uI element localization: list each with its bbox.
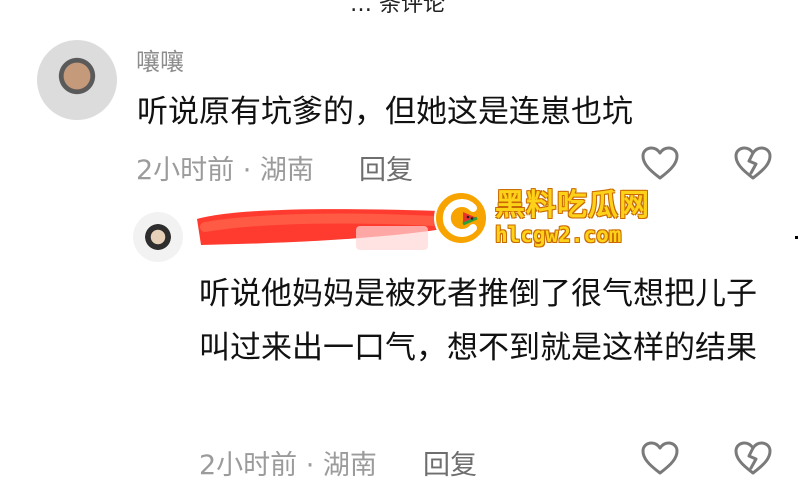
watermark-title: 黑料吃瓜网 (495, 188, 650, 223)
heart-outline-icon[interactable] (640, 145, 680, 181)
watermark-url: hlcgw2.com (495, 223, 622, 247)
broken-heart-icon[interactable] (733, 145, 773, 181)
edge-dot (795, 236, 798, 239)
comment-meta: 2小时前 · 湖南 (199, 450, 377, 481)
avatar[interactable] (133, 212, 183, 262)
comment-meta: 2小时前 · 湖南 (136, 155, 314, 186)
comment-count-header: … 条评论 (350, 0, 445, 17)
author-badge (356, 226, 428, 250)
heart-outline-icon[interactable] (640, 440, 680, 476)
watermark: 黑料吃瓜网 hlcgw2.com (433, 188, 649, 250)
comment-text: 听说他妈妈是被死者推倒了很气想把儿子叫过来出一口气，想不到就是这样的结果 (199, 276, 757, 366)
comment-text: 听说原有坑爹的，但她这是连崽也坑 (137, 94, 633, 130)
reply-button[interactable]: 回复 (359, 148, 413, 187)
reply-button[interactable]: 回复 (423, 443, 477, 482)
comment-username[interactable]: 嚷嚷 (136, 42, 184, 77)
watermelon-logo-icon (434, 191, 488, 245)
avatar[interactable] (37, 40, 117, 120)
broken-heart-icon[interactable] (733, 440, 773, 476)
